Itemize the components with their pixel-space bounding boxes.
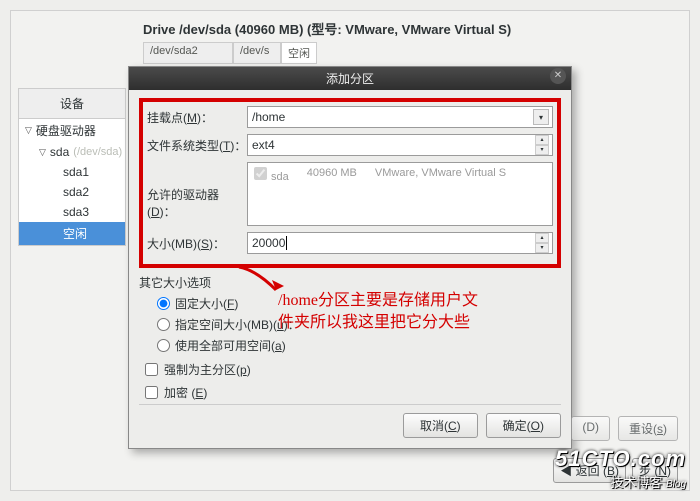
size-input[interactable]: 20000 ▴▾	[247, 232, 553, 254]
drive-col-3: 空闲	[281, 42, 317, 64]
background-buttons: (D) 重设(s)	[571, 416, 678, 441]
check-encrypt[interactable]: 加密 (E)	[139, 381, 561, 404]
size-value: 20000	[252, 236, 287, 251]
tree-part-sda2[interactable]: sda2	[19, 182, 125, 202]
checkbox-input[interactable]	[145, 386, 158, 399]
checkbox-label: 加密 (E)	[164, 384, 207, 401]
check-force-primary[interactable]: 强制为主分区(p)	[139, 358, 561, 381]
drive-name: sda	[271, 171, 289, 183]
tree-label: sda1	[63, 165, 89, 179]
tree-label: 空闲	[63, 225, 87, 242]
tree-label-dim: (/dev/sda)	[73, 146, 122, 158]
drive-size: 40960 MB	[307, 167, 357, 221]
device-sidebar: 设备 ▽ 硬盘驱动器 ▽ sda (/dev/sda) sda1 sda2 sd…	[18, 88, 126, 246]
ok-button[interactable]: 确定(O)	[486, 413, 561, 438]
tree-label: sda3	[63, 205, 89, 219]
back-button[interactable]: ◀ 返回 (B)	[553, 458, 626, 483]
drive-title: Drive /dev/sda (40960 MB) (型号: VMware, V…	[143, 19, 677, 38]
fs-type-value: ext4	[252, 138, 275, 152]
drive-col-1: /dev/sda2	[143, 42, 233, 64]
dialog-titlebar[interactable]: 添加分区 ✕	[129, 67, 571, 90]
radio-fill-all[interactable]: 使用全部可用空间(a)	[157, 335, 561, 356]
tree-free-space[interactable]: 空闲	[19, 222, 125, 245]
allowed-drives-list[interactable]: sda 40960 MB VMware, VMware Virtual S	[247, 162, 553, 226]
tree-label: sda	[50, 145, 69, 159]
radio-input[interactable]	[157, 297, 170, 310]
add-partition-dialog: 添加分区 ✕ 挂载点(M)： /home ▾ 文件系统类型(T)： ext4 ▴…	[128, 66, 572, 449]
mount-point-select[interactable]: /home ▾	[247, 106, 553, 128]
fs-type-select[interactable]: ext4 ▴▾	[247, 134, 553, 156]
drive-col-2: /dev/s	[233, 42, 281, 64]
mount-point-value: /home	[252, 110, 285, 124]
allowed-drives-label: 允许的驱动器(D)：	[147, 162, 247, 220]
spinner-icon[interactable]: ▴▾	[535, 135, 549, 155]
chevron-down-icon[interactable]: ▾	[533, 109, 549, 125]
close-icon[interactable]: ✕	[550, 68, 566, 84]
dialog-title: 添加分区	[326, 72, 374, 86]
radio-label: 使用全部可用空间(a)	[175, 337, 286, 354]
d-button[interactable]: (D)	[571, 416, 610, 441]
fs-type-label: 文件系统类型(T)：	[147, 137, 247, 154]
radio-label: 固定大小(F)	[175, 295, 238, 312]
chevron-down-icon: ▽	[25, 125, 32, 136]
next-button[interactable]: 步 (N)	[632, 458, 678, 483]
radio-input[interactable]	[157, 318, 170, 331]
sidebar-header: 设备	[19, 89, 125, 119]
spinner-icon[interactable]: ▴▾	[535, 233, 549, 253]
annotation-text: /home分区主要是存储用户文件夹所以我这里把它分大些	[278, 290, 483, 335]
size-label: 大小(MB)(S)：	[147, 235, 247, 252]
tree-label: 硬盘驱动器	[36, 122, 96, 139]
drive-checkbox	[254, 167, 267, 180]
chevron-down-icon: ▽	[39, 147, 46, 158]
radio-input[interactable]	[157, 339, 170, 352]
checkbox-input[interactable]	[145, 363, 158, 376]
tree-part-sda3[interactable]: sda3	[19, 202, 125, 222]
mount-point-label: 挂载点(M)：	[147, 109, 247, 126]
tree-part-sda1[interactable]: sda1	[19, 162, 125, 182]
cancel-button[interactable]: 取消(C)	[403, 413, 478, 438]
checkbox-label: 强制为主分区(p)	[164, 361, 251, 378]
tree-hdd-root[interactable]: ▽ 硬盘驱动器	[19, 119, 125, 142]
tree-disk-sda[interactable]: ▽ sda (/dev/sda)	[19, 142, 125, 162]
reset-button[interactable]: 重设(s)	[618, 416, 678, 441]
other-size-options-label: 其它大小选项	[139, 274, 561, 291]
highlight-box: 挂载点(M)： /home ▾ 文件系统类型(T)： ext4 ▴▾ 允许的驱动…	[139, 98, 561, 268]
tree-label: sda2	[63, 185, 89, 199]
wizard-buttons: ◀ 返回 (B) 步 (N)	[553, 458, 678, 483]
drive-model: VMware, VMware Virtual S	[375, 167, 506, 221]
drive-columns: /dev/sda2 /dev/s 空闲	[143, 42, 677, 64]
